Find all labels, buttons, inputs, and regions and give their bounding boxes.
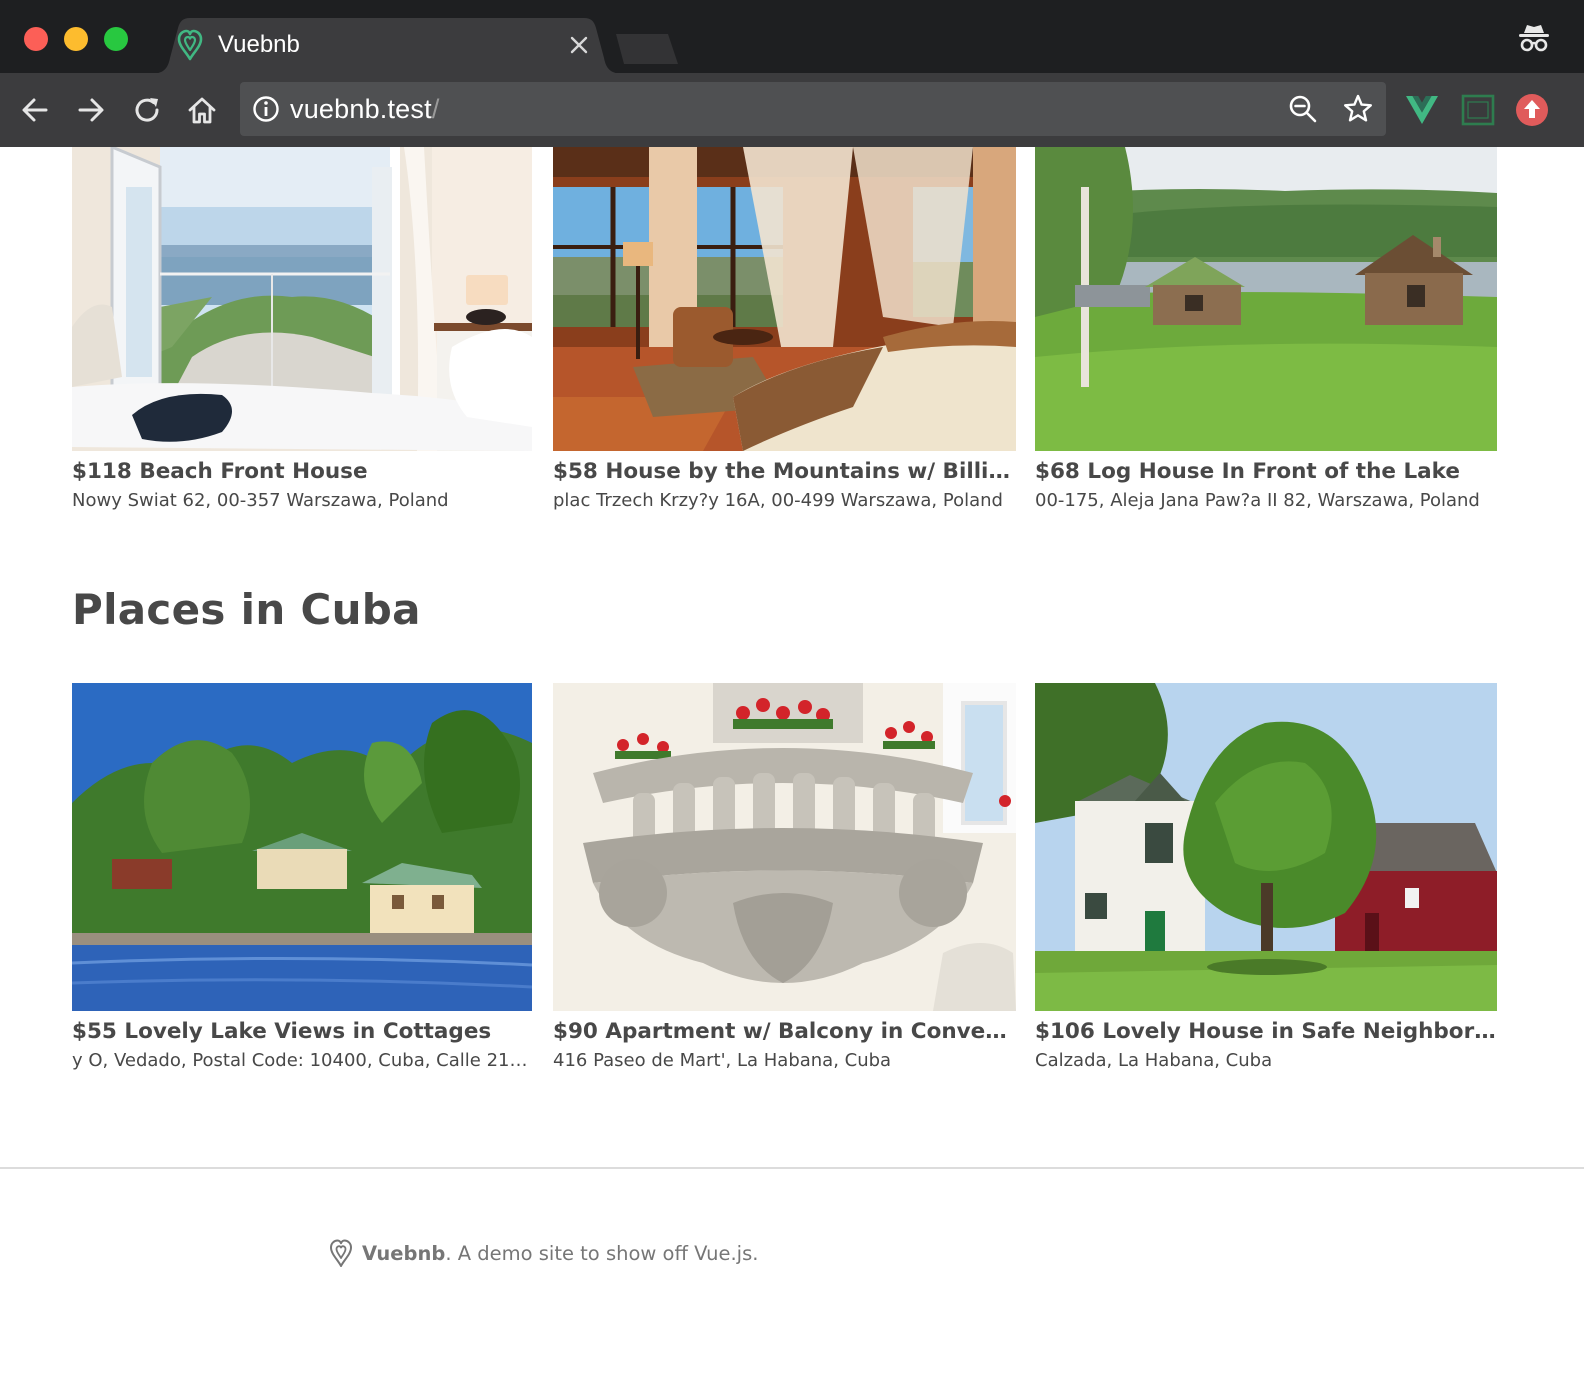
listing-address: Nowy Swiat 62, 00-357 Warszawa, Poland	[72, 490, 449, 511]
home-icon	[188, 97, 216, 124]
browser-toolbar: vuebnb.test/	[0, 73, 1584, 147]
screenshot-extension-icon[interactable]	[1460, 92, 1496, 128]
listing-title[interactable]: $90 Apartment w/ Balcony in Convenient..…	[553, 1019, 1016, 1044]
listing-address: Calzada, La Habana, Cuba	[1035, 1050, 1273, 1071]
section-heading: Places in Cuba	[72, 585, 421, 634]
house-with-tree-image	[1035, 683, 1497, 1011]
vuebnb-logo-icon	[177, 29, 203, 61]
vue-devtools-icon[interactable]	[1404, 92, 1440, 128]
listing-card[interactable]: $90 Apartment w/ Balcony in Convenient..…	[553, 683, 1016, 1079]
stone-balcony-image	[553, 683, 1016, 1011]
listing-address: 416 Paseo de Mart', La Habana, Cuba	[553, 1050, 892, 1071]
cottages-lake-image	[72, 683, 532, 1011]
listing-photo[interactable]	[553, 683, 1016, 1011]
url-text[interactable]: vuebnb.test/	[290, 94, 440, 125]
footer-tagline: . A demo site to show off Vue.js.	[445, 1241, 759, 1265]
zoom-out-icon[interactable]	[1288, 94, 1318, 124]
footer-divider	[0, 1167, 1584, 1169]
listing-address: y O, Vedado, Postal Code: 10400, Cuba, C…	[72, 1050, 532, 1071]
bookmark-star-icon[interactable]	[1342, 93, 1374, 125]
listing-card[interactable]: $106 Lovely House in Safe Neighborhood C…	[1035, 683, 1497, 1079]
close-window-button[interactable]	[24, 27, 48, 51]
listing-card[interactable]: $68 Log House In Front of the Lake 00-17…	[1035, 147, 1497, 517]
arrow-right-icon	[78, 98, 104, 122]
footer: Vuebnb. A demo site to show off Vue.js.	[328, 1237, 758, 1269]
listing-photo[interactable]	[72, 147, 532, 451]
listing-card[interactable]: $58 House by the Mountains w/ Billiards!…	[553, 147, 1016, 517]
bedroom-sea-view-image	[72, 147, 532, 451]
listing-photo[interactable]	[553, 147, 1016, 451]
close-tab-icon[interactable]	[568, 34, 590, 56]
footer-brand: Vuebnb	[362, 1241, 446, 1265]
reload-icon	[135, 98, 159, 122]
home-button[interactable]	[183, 91, 221, 129]
listing-card[interactable]: $55 Lovely Lake Views in Cottages y O, V…	[72, 683, 532, 1079]
listing-title[interactable]: $106 Lovely House in Safe Neighborhood	[1035, 1019, 1497, 1044]
url-host: vuebnb.test	[290, 94, 432, 124]
listing-title[interactable]: $58 House by the Mountains w/ Billiards!	[553, 459, 1016, 484]
reload-button[interactable]	[128, 91, 166, 129]
browser-titlebar: Vuebnb	[0, 0, 1584, 74]
tab-title: Vuebnb	[218, 31, 300, 58]
info-icon[interactable]	[252, 95, 280, 123]
log-cabins-lake-image	[1035, 147, 1497, 451]
listing-title[interactable]: $118 Beach Front House	[72, 459, 532, 484]
listing-address: 00-175, Aleja Jana Paw?a II 82, Warszawa…	[1035, 490, 1480, 511]
listing-title[interactable]: $55 Lovely Lake Views in Cottages	[72, 1019, 532, 1044]
page-content: $118 Beach Front House Nowy Swiat 62, 00…	[0, 147, 1584, 1374]
vuebnb-footer-logo-icon	[330, 1239, 352, 1267]
listing-address: plac Trzech Krzy?y 16A, 00-499 Warszawa,…	[553, 490, 1003, 511]
arrow-left-icon	[22, 98, 48, 122]
listing-photo[interactable]	[72, 683, 532, 1011]
new-tab-button[interactable]	[614, 32, 684, 64]
listing-photo[interactable]	[1035, 683, 1497, 1011]
maximize-window-button[interactable]	[104, 27, 128, 51]
back-button[interactable]	[16, 91, 54, 129]
listing-photo[interactable]	[1035, 147, 1497, 451]
address-bar[interactable]: vuebnb.test/	[240, 82, 1386, 136]
upload-extension-icon[interactable]	[1514, 92, 1550, 128]
canopy-bedroom-image	[553, 147, 1016, 451]
incognito-icon	[1519, 25, 1549, 52]
listing-title[interactable]: $68 Log House In Front of the Lake	[1035, 459, 1497, 484]
forward-button[interactable]	[72, 91, 110, 129]
listing-card[interactable]: $118 Beach Front House Nowy Swiat 62, 00…	[72, 147, 532, 517]
url-path: /	[431, 94, 440, 124]
tab-vuebnb[interactable]: Vuebnb	[150, 18, 624, 74]
minimize-window-button[interactable]	[64, 27, 88, 51]
